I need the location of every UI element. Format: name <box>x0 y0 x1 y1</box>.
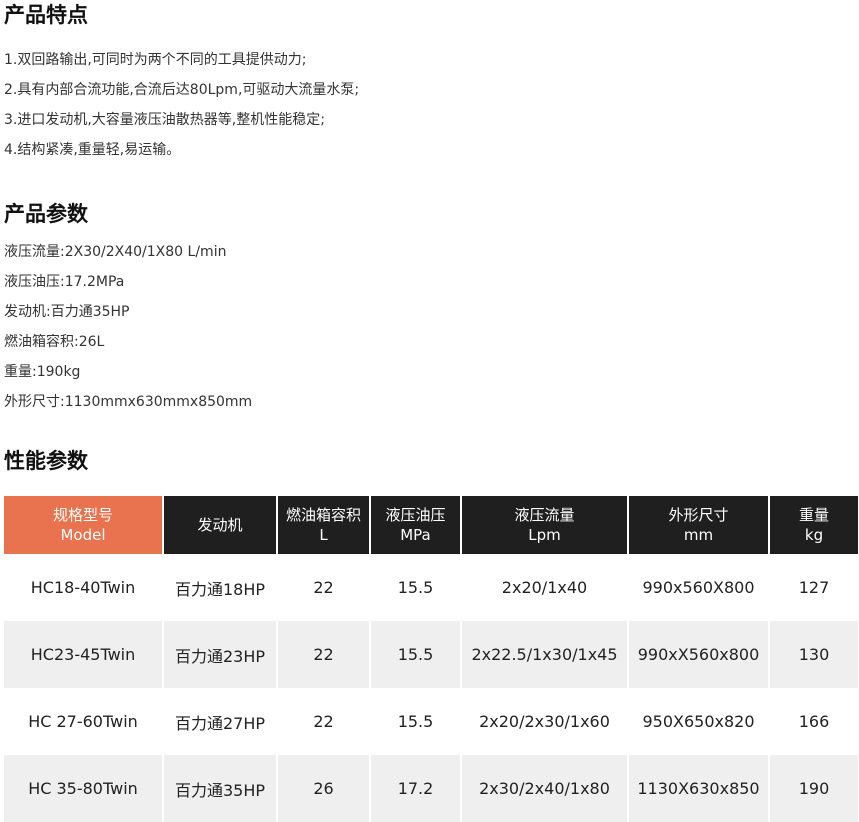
performance-heading: 性能参数 <box>4 449 88 473</box>
cell-pressure: 17.2 <box>370 755 462 822</box>
cell-pressure: 15.5 <box>370 554 462 621</box>
cell-flow: 2x30/2x40/1x80 <box>461 755 629 822</box>
cell-engine: 百力通23HP <box>163 621 278 688</box>
param-item: 重量:190kg <box>4 364 81 380</box>
col-header-model: 规格型号 Model <box>4 496 164 554</box>
col-header-unit: L <box>319 526 328 544</box>
table-row: HC23-45Twin 百力通23HP 22 15.5 2x22.5/1x30/… <box>4 621 858 688</box>
cell-weight: 127 <box>798 578 830 597</box>
feature-item: 1.双回路输出,可同时为两个不同的工具提供动力; <box>4 52 307 68</box>
col-header-label: 液压流量 <box>514 506 575 524</box>
cell-pressure: 15.5 <box>370 621 462 688</box>
cell-dimensions: 990xX560x800 <box>628 621 770 688</box>
col-header-engine: 发动机 <box>163 496 278 554</box>
cell-weight: 190 <box>769 755 858 822</box>
table-row: HC18-40Twin 百力通18HP 22 15.5 2x20/1x40 99… <box>4 554 858 621</box>
cell-dimensions: 950X650x820 <box>628 688 770 755</box>
cell-engine: 百力通35HP <box>163 755 278 822</box>
col-header-flow: 液压流量 Lpm <box>461 496 629 554</box>
feature-item: 4.结构紧凑,重量轻,易运输。 <box>4 142 181 158</box>
col-header-label: 发动机 <box>197 516 243 534</box>
param-item: 液压油压:17.2MPa <box>4 274 125 290</box>
col-header-fuel-tank: 燃油箱容积 L <box>277 496 371 554</box>
cell-weight: 166 <box>798 712 830 731</box>
cell-fuel-tank: 22 <box>277 554 371 621</box>
cell-dimensions: 1130X630x850 <box>628 755 770 822</box>
col-header-unit: MPa <box>400 526 431 544</box>
cell-model: HC18-40Twin <box>4 554 164 621</box>
param-item: 燃油箱容积:26L <box>4 334 105 350</box>
col-header-pressure: 液压油压 MPa <box>370 496 462 554</box>
param-item: 发动机:百力通35HP <box>4 304 130 320</box>
performance-table: 规格型号 Model 发动机 燃油箱容积 L 液压油压 MPa 液压流量 Lpm… <box>4 496 858 822</box>
cell-fuel-tank: 26 <box>277 755 371 822</box>
param-item: 外形尺寸:1130mmx630mmx850mm <box>4 394 253 410</box>
cell-model: HC 27-60Twin <box>4 688 164 755</box>
col-header-label: 燃油箱容积 <box>285 506 361 524</box>
col-header-label: 规格型号 <box>52 506 113 524</box>
cell-fuel-tank: 22 <box>277 688 371 755</box>
cell-pressure: 15.5 <box>370 688 462 755</box>
features-heading: 产品特点 <box>4 3 88 27</box>
cell-flow: 2x20/1x40 <box>461 554 629 621</box>
col-header-unit: Lpm <box>528 526 561 544</box>
table-row: HC 35-80Twin 百力通35HP 26 17.2 2x30/2x40/1… <box>4 755 858 822</box>
table-header-row: 规格型号 Model 发动机 燃油箱容积 L 液压油压 MPa 液压流量 Lpm… <box>4 496 858 554</box>
params-heading: 产品参数 <box>4 202 88 226</box>
cell-dimensions: 990x560X800 <box>628 554 770 621</box>
cell-weight: 130 <box>769 621 858 688</box>
col-header-dimensions: 外形尺寸 mm <box>628 496 770 554</box>
cell-model: HC 35-80Twin <box>4 755 164 822</box>
col-header-unit: Model <box>60 526 106 544</box>
col-header-label: 液压油压 <box>385 506 446 524</box>
cell-engine: 百力通27HP <box>163 688 278 755</box>
col-header-weight: 重量 kg <box>769 496 858 554</box>
col-header-label: 重量 <box>798 506 829 524</box>
feature-item: 2.具有内部合流功能,合流后达80Lpm,可驱动大流量水泵; <box>4 82 360 98</box>
param-item: 液压流量:2X30/2X40/1X80 L/min <box>4 244 227 260</box>
cell-flow: 2x20/2x30/1x60 <box>461 688 629 755</box>
col-header-unit: mm <box>683 526 714 544</box>
col-header-unit: kg <box>804 526 824 544</box>
feature-item: 3.进口发动机,大容量液压油散热器等,整机性能稳定; <box>4 112 325 128</box>
col-header-label: 外形尺寸 <box>668 506 729 524</box>
table-row: HC 27-60Twin 百力通27HP 22 15.5 2x20/2x30/1… <box>4 688 858 755</box>
params-list: 液压流量:2X30/2X40/1X80 L/min 液压油压:17.2MPa 发… <box>4 237 252 417</box>
features-list: 1.双回路输出,可同时为两个不同的工具提供动力; 2.具有内部合流功能,合流后达… <box>4 45 359 165</box>
cell-model: HC23-45Twin <box>4 621 164 688</box>
cell-flow: 2x22.5/1x30/1x45 <box>461 621 629 688</box>
cell-engine: 百力通18HP <box>163 554 278 621</box>
cell-fuel-tank: 22 <box>277 621 371 688</box>
